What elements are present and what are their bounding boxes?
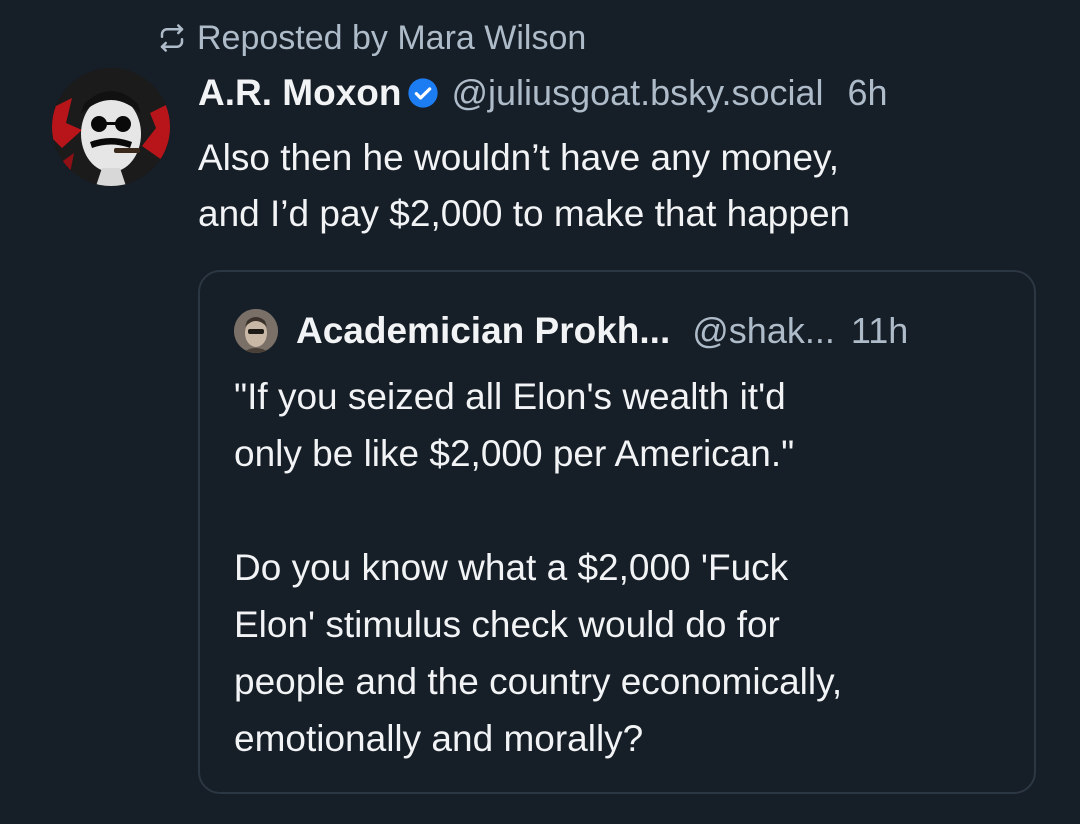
quote-author-avatar — [234, 309, 278, 353]
author-handle[interactable]: @juliusgoat.bsky.social — [451, 72, 823, 114]
quote-author-name[interactable]: Academician Prokh... — [296, 310, 670, 352]
repost-label[interactable]: Reposted by Mara Wilson — [197, 19, 586, 58]
post-timestamp[interactable]: 6h — [848, 72, 888, 114]
quote-author-handle[interactable]: @shak... — [692, 310, 835, 352]
quote-timestamp[interactable]: 11h — [851, 310, 908, 352]
repost-icon — [157, 23, 187, 53]
post-text: Also then he wouldn’t have any money, an… — [198, 137, 851, 234]
repost-indicator[interactable]: Reposted by Mara Wilson — [157, 16, 586, 60]
author-avatar[interactable] — [52, 68, 170, 186]
post-header: A.R. Moxon @juliusgoat.bsky.social 6h — [198, 68, 888, 118]
author-name[interactable]: A.R. Moxon — [198, 72, 401, 114]
quote-post-card[interactable]: Academician Prokh... @shak... 11h "If yo… — [198, 270, 1036, 794]
quote-text: "If you seized all Elon's wealth it'd on… — [234, 376, 843, 759]
quote-header: Academician Prokh... @shak... 11h — [234, 308, 908, 354]
verified-check-icon — [407, 77, 439, 109]
